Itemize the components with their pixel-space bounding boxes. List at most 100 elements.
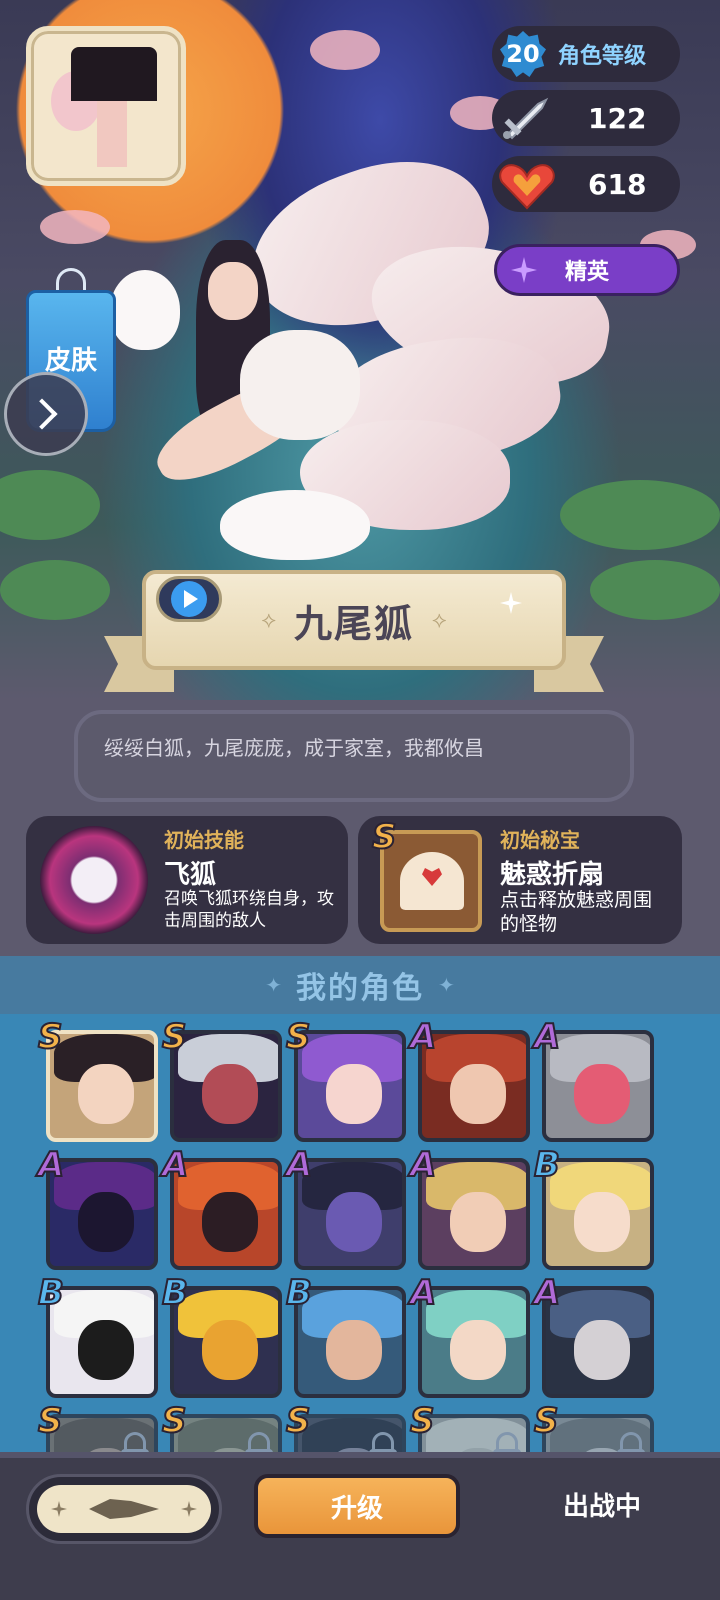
character-name: 九尾狐 [293,601,414,646]
hp-value: 618 [588,167,647,201]
lock-icon [493,1432,521,1458]
emblem-icon [89,1499,159,1519]
role-grade: A [409,1145,437,1185]
role-grade: S [161,1017,187,1057]
rarity-badge[interactable]: 精英 [494,244,680,296]
role-grade: S [409,1401,435,1441]
role-grade: A [533,1017,561,1057]
role-grade: A [161,1145,189,1185]
treasure-grade: S [371,817,397,857]
faction-selector[interactable] [26,1474,222,1544]
treasure-title: 魅惑折扇 [500,860,605,890]
play-icon [171,581,207,617]
role-face [450,1320,506,1380]
spirit-fox [110,270,180,350]
role-face [78,1320,134,1380]
faction-emblem [37,1485,211,1533]
bottom-divider [0,1452,720,1458]
name-banner: ⟡ 九尾狐 ⟡ [104,570,604,692]
upgrade-label: 升级 [330,1493,383,1524]
lock-icon [617,1432,645,1458]
play-voice-button[interactable] [156,576,222,622]
initial-treasure-card[interactable]: S 初始秘宝 魅惑折扇 点击释放魅惑周围的怪物 [358,816,682,944]
sword-icon [503,97,549,140]
role-face [202,1320,258,1380]
lily-pad [590,560,720,620]
attack-stat: 122 [492,90,680,146]
role-grade: A [533,1273,561,1313]
role-face [202,1192,258,1252]
roles-grid: S S S A A A A A A B B B B A A S S S S S [0,1014,720,1458]
role-grade: A [409,1273,437,1313]
character-dress [240,330,360,440]
upgrade-button[interactable]: 升级 [254,1474,460,1538]
role-grade: B [161,1273,189,1313]
skill-desc: 召唤飞狐环绕自身，攻击周围的敌人 [164,889,334,931]
rarity-label: 精英 [564,260,609,285]
character-quote: 绥绥白狐，九尾庞庞，成于家室，我都攸昌 [74,710,634,802]
character-portrait[interactable] [26,26,186,186]
level-badge-icon: 20 [498,29,548,79]
attack-value: 122 [588,101,647,135]
role-grade: S [533,1401,559,1441]
header-deco-right: ✦ [438,973,455,997]
star-icon [51,1501,67,1517]
role-face [450,1064,506,1124]
blossom-decoration [310,30,380,70]
star-icon [181,1501,197,1517]
my-roles-title: 我的角色 [296,971,424,1006]
role-grade: S [161,1401,187,1441]
name-deco-right: ⟡ [432,607,447,633]
lily-pad [560,480,720,550]
skill-title: 飞狐 [164,860,217,890]
sparkle-icon [511,257,537,283]
treasure-desc: 点击释放魅惑周围的怪物 [500,889,653,935]
initial-skill-card[interactable]: 初始技能 飞狐 召唤飞狐环绕自身，攻击周围的敌人 [26,816,348,944]
role-face [326,1192,382,1252]
level-stat: 20 角色等级 [492,26,680,82]
role-grade: B [533,1145,561,1185]
role-grade: B [37,1273,65,1313]
role-grade: S [37,1017,63,1057]
role-grade: S [37,1401,63,1441]
lock-icon [121,1432,149,1458]
blossom-decoration [40,210,110,244]
name-deco-left: ⟡ [261,607,276,633]
spirit-fox [220,490,370,560]
role-grade: A [37,1145,65,1185]
next-skin-arrow[interactable] [4,372,88,456]
treasure-kind: 初始秘宝 [500,828,580,852]
role-face [450,1192,506,1252]
lock-icon [369,1432,397,1458]
role-grade: B [285,1273,313,1313]
my-roles-header: ✦ 我的角色 ✦ [0,956,720,1014]
role-grade: A [285,1145,313,1185]
role-face [326,1320,382,1380]
flying-fox-skill-icon [40,826,148,934]
role-face [78,1192,134,1252]
role-face [574,1064,630,1124]
hp-stat: 618 [492,156,680,212]
role-face [78,1064,134,1124]
heart-icon [499,164,555,210]
level-label: 角色等级 [558,44,647,69]
bottom-bar: 升级 出战中 [0,1452,720,1600]
role-grade: A [409,1017,437,1057]
role-grade: S [285,1401,311,1441]
role-face [326,1064,382,1124]
header-deco-left: ✦ [265,973,282,997]
role-grade: S [285,1017,311,1057]
role-face [574,1192,630,1252]
lily-pad [0,560,110,620]
deploy-label: 出战中 [562,1492,641,1522]
character-face [208,262,258,320]
level-value: 20 [506,40,540,68]
portrait-sprite [71,47,157,167]
lock-icon [245,1432,273,1458]
quote-text: 绥绥白狐，九尾庞庞，成于家室，我都攸昌 [104,736,484,760]
deployed-status[interactable]: 出战中 [520,1486,684,1523]
role-face [574,1320,630,1380]
skin-label: 皮肤 [44,345,97,376]
lily-pad [0,470,100,540]
role-face [202,1064,258,1124]
